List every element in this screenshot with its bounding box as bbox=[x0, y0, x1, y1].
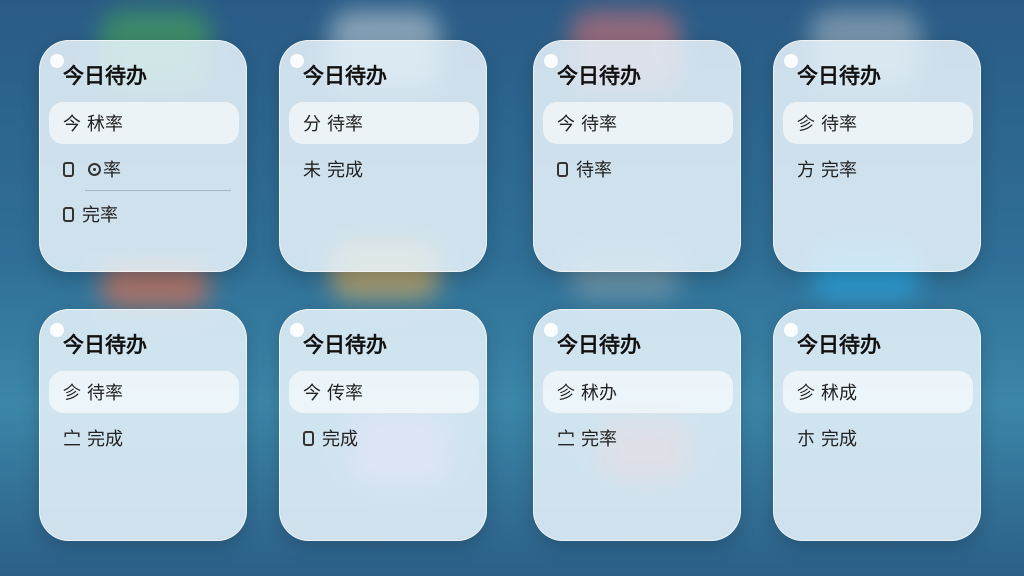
todo-widget[interactable]: 今日待办 㐱 待率 㝉 完成 bbox=[39, 309, 247, 541]
todo-widget[interactable]: 今日待办 今 秫率 率 完率 bbox=[39, 40, 247, 272]
gloss-highlight bbox=[784, 323, 798, 337]
todo-item[interactable]: 㝉 完率 bbox=[543, 417, 733, 459]
todo-item[interactable]: 朩 完成 bbox=[783, 417, 973, 459]
item-label: 完率 bbox=[821, 160, 857, 181]
gloss-highlight bbox=[50, 54, 64, 68]
item-prefix: 㐱 bbox=[797, 114, 815, 135]
item-prefix: 今 bbox=[63, 114, 81, 135]
item-label: 完成 bbox=[87, 429, 123, 450]
gloss-highlight bbox=[544, 54, 558, 68]
todo-widget[interactable]: 今日待办 分 待率 未 完成 bbox=[279, 40, 487, 272]
checkbox-icon[interactable] bbox=[303, 430, 314, 446]
todo-item[interactable]: 㐱 秫成 bbox=[783, 371, 973, 413]
gloss-highlight bbox=[544, 323, 558, 337]
item-prefix: 㐱 bbox=[63, 383, 81, 404]
item-prefix: 分 bbox=[303, 114, 321, 135]
item-prefix: 㐱 bbox=[797, 383, 815, 404]
todo-item[interactable]: 率 bbox=[49, 148, 239, 190]
widget-title: 今日待办 bbox=[303, 333, 387, 357]
item-label: 完成 bbox=[821, 429, 857, 450]
gloss-highlight bbox=[784, 54, 798, 68]
todo-item[interactable]: 完率 bbox=[49, 193, 239, 235]
todo-item[interactable]: 分 待率 bbox=[289, 102, 479, 144]
item-prefix: 今 bbox=[303, 383, 321, 404]
item-label: 秫率 bbox=[87, 114, 123, 135]
todo-widget[interactable]: 今日待办 今 待率 待率 bbox=[533, 40, 741, 272]
todo-widget[interactable]: 今日待办 㐱 秫成 朩 完成 bbox=[773, 309, 981, 541]
item-label: 秫成 bbox=[821, 383, 857, 404]
item-prefix: 朩 bbox=[797, 429, 815, 450]
item-prefix: 方 bbox=[797, 160, 815, 181]
todo-widget[interactable]: 今日待办 㐱 待率 方 完率 bbox=[773, 40, 981, 272]
checkbox-icon[interactable] bbox=[63, 206, 74, 222]
todo-item[interactable]: 㐱 待率 bbox=[783, 102, 973, 144]
item-prefix: 㐱 bbox=[557, 383, 575, 404]
todo-item[interactable]: 今 传率 bbox=[289, 371, 479, 413]
todo-item[interactable]: 待率 bbox=[543, 148, 733, 190]
checkbox-icon[interactable] bbox=[557, 161, 568, 177]
item-prefix: 今 bbox=[557, 114, 575, 135]
item-label: 率 bbox=[103, 160, 121, 181]
item-label: 完率 bbox=[581, 429, 617, 450]
item-prefix: 未 bbox=[303, 160, 321, 181]
todo-item[interactable]: 方 完率 bbox=[783, 148, 973, 190]
item-prefix: 㝉 bbox=[557, 429, 575, 450]
todo-item[interactable]: 未 完成 bbox=[289, 148, 479, 190]
widget-title: 今日待办 bbox=[797, 333, 881, 357]
item-label: 传率 bbox=[327, 383, 363, 404]
item-label: 待率 bbox=[821, 114, 857, 135]
gloss-highlight bbox=[290, 54, 304, 68]
item-label: 待率 bbox=[576, 160, 612, 181]
widget-title: 今日待办 bbox=[797, 64, 881, 88]
gloss-highlight bbox=[50, 323, 64, 337]
item-label: 完成 bbox=[322, 429, 358, 450]
item-label: 秫办 bbox=[581, 383, 617, 404]
item-label: 完率 bbox=[82, 205, 118, 226]
checkbox-icon[interactable] bbox=[63, 161, 74, 177]
widget-title: 今日待办 bbox=[303, 64, 387, 88]
widget-title: 今日待办 bbox=[557, 333, 641, 357]
todo-item[interactable]: 㝉 完成 bbox=[49, 417, 239, 459]
todo-item[interactable]: 今 待率 bbox=[543, 102, 733, 144]
gloss-highlight bbox=[290, 323, 304, 337]
todo-item[interactable]: 㐱 秫办 bbox=[543, 371, 733, 413]
item-prefix: 㝉 bbox=[63, 429, 81, 450]
item-label: 待率 bbox=[87, 383, 123, 404]
item-label: 完成 bbox=[327, 160, 363, 181]
todo-item[interactable]: 完成 bbox=[289, 417, 479, 459]
todo-widget[interactable]: 今日待办 今 传率 完成 bbox=[279, 309, 487, 541]
clock-ring-icon bbox=[88, 162, 101, 176]
todo-widget[interactable]: 今日待办 㐱 秫办 㝉 完率 bbox=[533, 309, 741, 541]
todo-item[interactable]: 㐱 待率 bbox=[49, 371, 239, 413]
item-label: 待率 bbox=[327, 114, 363, 135]
item-label: 待率 bbox=[581, 114, 617, 135]
divider bbox=[85, 190, 231, 191]
widget-title: 今日待办 bbox=[63, 64, 147, 88]
widget-title: 今日待办 bbox=[63, 333, 147, 357]
widget-title: 今日待办 bbox=[557, 64, 641, 88]
todo-item[interactable]: 今 秫率 bbox=[49, 102, 239, 144]
